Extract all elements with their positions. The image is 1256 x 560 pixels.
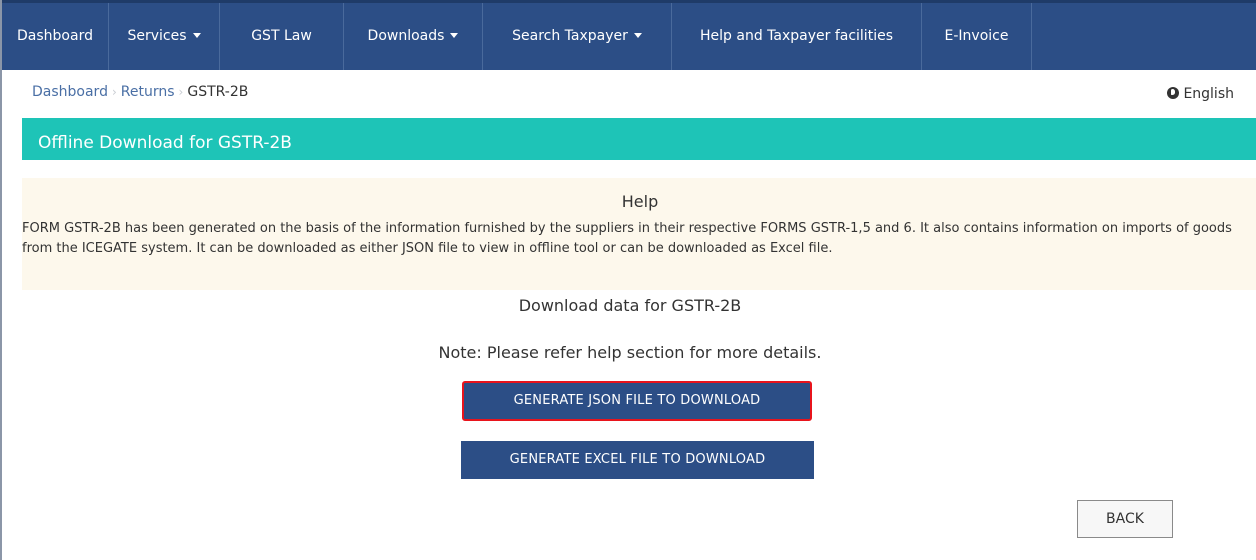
nav-search-taxpayer-label: Search Taxpayer (512, 28, 628, 44)
chevron-down-icon (450, 32, 459, 38)
generate-json-button-label: GENERATE JSON FILE TO DOWNLOAD (467, 386, 807, 416)
nav-dashboard[interactable]: Dashboard (2, 3, 109, 70)
language-label: English (1183, 86, 1234, 102)
nav-gst-law-label: GST Law (251, 28, 312, 44)
breadcrumb-separator: › (178, 85, 184, 99)
nav-search-taxpayer[interactable]: Search Taxpayer (483, 3, 672, 70)
download-note: Note: Please refer help section for more… (438, 343, 822, 362)
nav-downloads-label: Downloads (367, 28, 445, 44)
nav-dashboard-label: Dashboard (17, 28, 93, 44)
breadcrumb: Dashboard › Returns › GSTR-2B (32, 84, 248, 100)
page-title: Offline Download for GSTR-2B (38, 133, 292, 153)
nav-einvoice[interactable]: E-Invoice (922, 3, 1032, 70)
breadcrumb-returns[interactable]: Returns (121, 84, 175, 100)
breadcrumb-dashboard[interactable]: Dashboard (32, 84, 108, 100)
top-navigation: Dashboard Services GST Law Downloads Sea… (2, 0, 1256, 70)
help-box: Help FORM GSTR-2B has been generated on … (22, 178, 1256, 290)
chevron-down-icon (192, 32, 201, 38)
chevron-down-icon (633, 32, 642, 38)
nav-services-label: Services (127, 28, 187, 44)
nav-services[interactable]: Services (109, 3, 220, 70)
nav-einvoice-label: E-Invoice (944, 28, 1009, 44)
download-title: Download data for GSTR-2B (518, 296, 742, 315)
section-header: Offline Download for GSTR-2B (22, 118, 1256, 160)
language-selector[interactable]: English (1167, 86, 1234, 102)
help-title: Help (621, 192, 659, 211)
nav-help-facilities[interactable]: Help and Taxpayer facilities (672, 3, 922, 70)
back-button[interactable]: BACK (1077, 500, 1173, 538)
nav-gst-law[interactable]: GST Law (220, 3, 344, 70)
nav-help-facilities-label: Help and Taxpayer facilities (700, 28, 893, 44)
help-text: FORM GSTR-2B has been generated on the b… (22, 221, 1232, 256)
nav-downloads[interactable]: Downloads (344, 3, 483, 70)
generate-json-button[interactable]: GENERATE JSON FILE TO DOWNLOAD (462, 381, 812, 421)
breadcrumb-current: GSTR-2B (187, 84, 249, 100)
breadcrumb-separator: › (111, 85, 117, 99)
page: Dashboard Services GST Law Downloads Sea… (0, 0, 1256, 560)
globe-icon (1167, 87, 1180, 99)
generate-excel-button[interactable]: GENERATE EXCEL FILE TO DOWNLOAD (461, 441, 814, 479)
